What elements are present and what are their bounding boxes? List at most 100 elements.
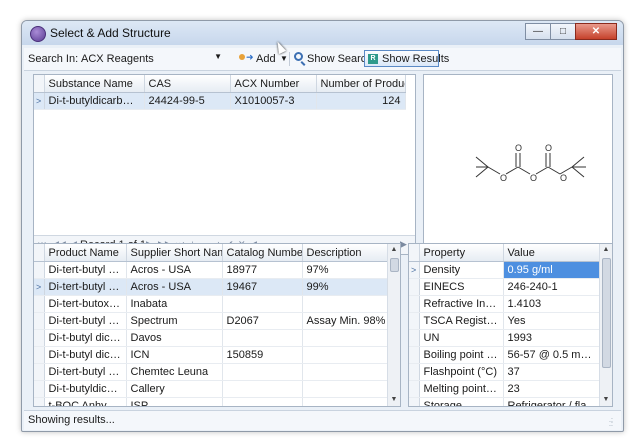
scroll-up-icon[interactable]: ▲ <box>600 244 612 256</box>
table-cell: Di-t-butyldicarbonate <box>44 92 145 110</box>
table-row[interactable]: Flashpoint (°C) 37 <box>409 363 603 381</box>
atom-label: O <box>560 173 567 183</box>
column-header-number-of-products[interactable]: Number of Products <box>316 75 406 93</box>
products-scrollbar[interactable]: ▲ ▼ <box>387 244 400 406</box>
add-button[interactable]: Add <box>256 53 276 65</box>
table-row[interactable]: EINECS 246-240-1 <box>409 278 603 296</box>
toolbar-separator <box>289 52 290 66</box>
arrow-right-icon: ➜ <box>246 52 254 62</box>
table-cell <box>222 380 303 398</box>
table-cell: 246-240-1 <box>503 278 603 296</box>
row-indicator <box>409 397 420 406</box>
show-results-button[interactable]: R Show Results <box>364 50 449 67</box>
column-header-acx-number[interactable]: ACX Number <box>230 75 317 93</box>
table-cell: 37 <box>503 363 603 381</box>
scroll-thumb[interactable] <box>390 258 399 272</box>
bond <box>535 166 549 175</box>
products-grid: Product Name Supplier Short Name Catalog… <box>33 243 401 407</box>
resize-grip-icon[interactable]: .:.: <box>609 417 618 428</box>
table-row[interactable]: UN 1993 <box>409 329 603 347</box>
window-controls: — □ ✕ <box>525 23 617 40</box>
table-cell: Melting point (°C) <box>419 380 504 398</box>
row-indicator-header <box>34 75 45 93</box>
table-cell: 150859 <box>222 346 303 364</box>
table-cell: 1.4103 <box>503 295 603 313</box>
table-row[interactable]: Di-t-butyl dicarbo...ICN150859 <box>34 346 391 364</box>
table-row[interactable]: Di-tert-butyl dicar...Acros - USA1897797… <box>34 261 391 279</box>
table-row[interactable]: Refractive Index 1.4103 <box>409 295 603 313</box>
table-row[interactable]: StorageRefrigerator / flamma... <box>409 397 603 406</box>
show-search-button[interactable]: Show Search <box>307 53 372 65</box>
table-row[interactable]: > Density 0.95 g/ml <box>409 261 603 279</box>
properties-scrollbar[interactable]: ▲ ▼ <box>599 244 612 406</box>
row-indicator <box>34 363 45 381</box>
table-row[interactable]: Di-t-butyl dicarbo...Davos <box>34 329 391 347</box>
table-cell: 97% <box>302 261 391 279</box>
scroll-down-icon[interactable]: ▼ <box>388 394 400 406</box>
products-header-row: Product Name Supplier Short Name Catalog… <box>34 244 391 262</box>
table-row[interactable]: >Di-tert-butyl dicar...Acros - USA194679… <box>34 278 391 296</box>
chevron-down-icon: ▼ <box>214 52 222 61</box>
row-indicator <box>34 329 45 347</box>
row-indicator <box>34 346 45 364</box>
carbonyl-bond <box>545 153 551 167</box>
table-cell: Refractive Index <box>419 295 504 313</box>
table-row[interactable]: > Di-t-butyldicarbonate 24424-99-5 X1010… <box>34 92 406 110</box>
column-header-supplier-short-name[interactable]: Supplier Short Name <box>126 244 223 262</box>
row-indicator <box>34 312 45 330</box>
table-cell: 23 <box>503 380 603 398</box>
table-row[interactable]: Di-tert-butyl dicar...Chemtec Leuna <box>34 363 391 381</box>
table-row[interactable]: TSCA Registered Yes <box>409 312 603 330</box>
minimize-button[interactable]: — <box>525 23 551 40</box>
table-row[interactable]: t-BOC Anhydride ISP <box>34 397 391 406</box>
search-in-combo[interactable]: ACX Reagents ▼ <box>79 51 222 66</box>
row-indicator-icon: > <box>409 261 420 279</box>
column-header-cas[interactable]: CAS <box>144 75 231 93</box>
scroll-up-icon[interactable]: ▲ <box>388 244 400 256</box>
table-cell[interactable]: 0.95 g/ml <box>503 261 603 279</box>
table-cell: Di-tert-butyl dicar... <box>44 278 127 296</box>
add-dropdown-icon[interactable]: ▼ <box>280 54 288 63</box>
scroll-right-icon[interactable]: ▶ <box>400 239 407 250</box>
table-cell: Density <box>419 261 504 279</box>
table-row[interactable]: Di-t-butyldicarbon...Callery <box>34 380 391 398</box>
table-cell: Inabata <box>126 295 223 313</box>
maximize-button[interactable]: □ <box>550 23 576 40</box>
table-cell: X1010057-3 <box>230 92 317 110</box>
table-cell: Di-tert-butoxycar... <box>44 295 127 313</box>
scroll-down-icon[interactable]: ▼ <box>600 394 612 406</box>
row-indicator <box>409 346 420 364</box>
table-cell: Acros - USA <box>126 278 223 296</box>
table-cell: Di-tert-butyl dicar... <box>44 363 127 381</box>
column-header-property[interactable]: Property <box>419 244 504 262</box>
column-header-value[interactable]: Value <box>503 244 603 262</box>
table-cell: 56-57 @ 0.5 mm Hg <box>503 346 603 364</box>
window-title: Select & Add Structure <box>50 26 171 40</box>
bond <box>517 166 531 175</box>
table-row[interactable]: Boiling point (°C) 56-57 @ 0.5 mm Hg <box>409 346 603 364</box>
close-button[interactable]: ✕ <box>575 23 617 40</box>
row-indicator-icon: > <box>34 278 45 296</box>
column-header-product-name[interactable]: Product Name <box>44 244 127 262</box>
bond <box>547 166 561 175</box>
products-table: Product Name Supplier Short Name Catalog… <box>34 244 391 406</box>
table-cell: D2067 <box>222 312 303 330</box>
table-cell: TSCA Registered <box>419 312 504 330</box>
tbutyl-right-bond <box>571 156 586 178</box>
table-cell <box>222 363 303 381</box>
table-row[interactable]: Melting point (°C) 23 <box>409 380 603 398</box>
status-text: Showing results... <box>28 414 115 426</box>
table-cell: ISP <box>126 397 223 406</box>
toolbar: Search In: ACX Reagents ▼ ➜ Add ▼ Show S… <box>24 48 621 71</box>
table-row[interactable]: Di-tert-butoxycar...Inabata <box>34 295 391 313</box>
row-indicator <box>34 295 45 313</box>
column-header-substance-name[interactable]: Substance Name <box>44 75 145 93</box>
table-cell: Chemtec Leuna <box>126 363 223 381</box>
table-cell: Davos <box>126 329 223 347</box>
atom-label: O <box>500 173 507 183</box>
column-header-catalog-number[interactable]: Catalog Number <box>222 244 303 262</box>
title-bar[interactable]: Select & Add Structure — □ ✕ <box>22 21 623 45</box>
scroll-thumb[interactable] <box>602 258 611 368</box>
column-header-description[interactable]: Description <box>302 244 391 262</box>
table-row[interactable]: Di-tert-butyl dicar...SpectrumD2067Assay… <box>34 312 391 330</box>
